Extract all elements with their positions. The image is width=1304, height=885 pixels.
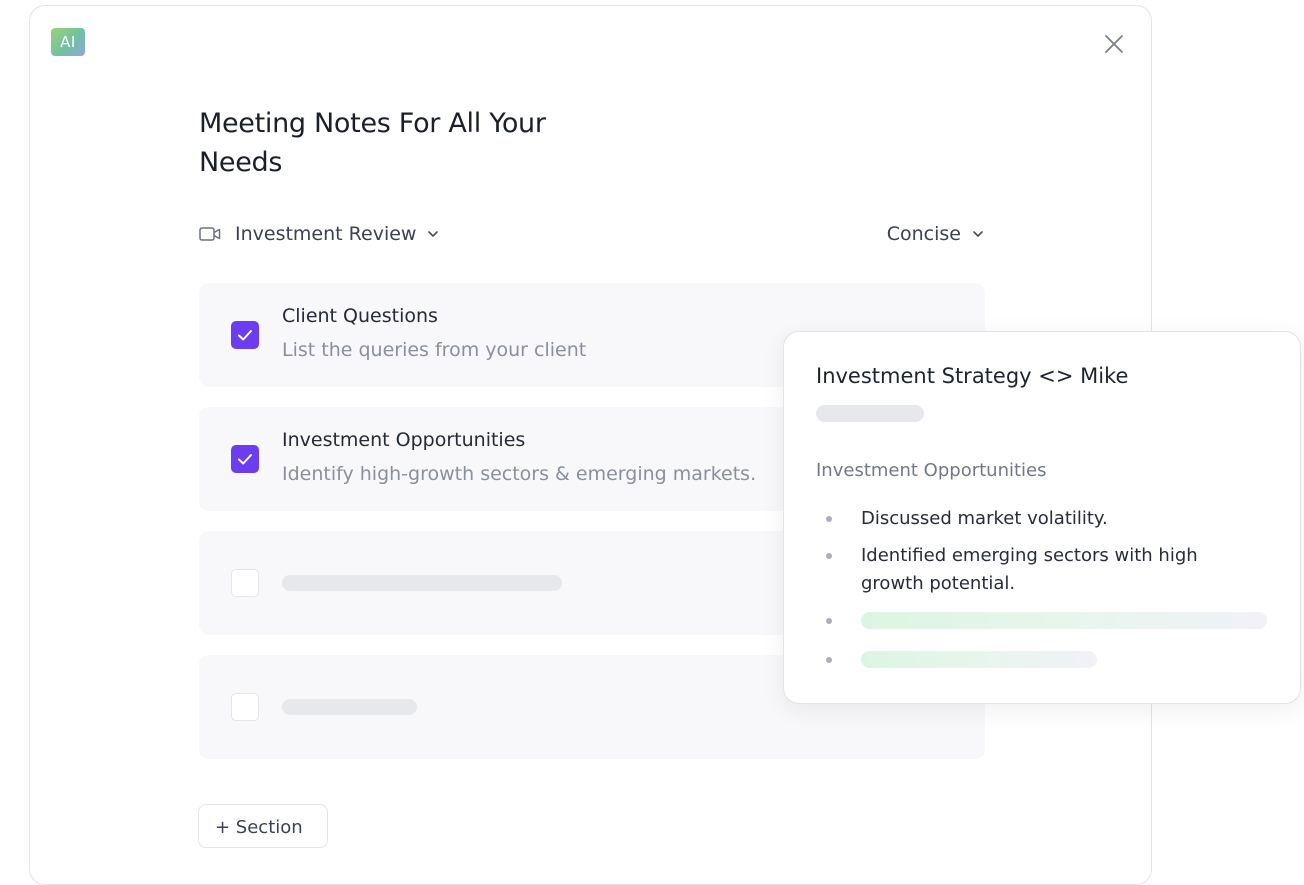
ai-badge: AI (51, 28, 85, 56)
notes-preview-card: Investment Strategy <> Mike Investment O… (783, 331, 1301, 704)
close-icon (1105, 35, 1123, 53)
section-checkbox[interactable] (231, 569, 259, 597)
bullet-dot (826, 657, 832, 663)
check-icon (238, 454, 252, 465)
section-checkbox[interactable] (231, 693, 259, 721)
summary-style-dropdown[interactable]: Concise (887, 220, 985, 248)
preview-section-heading: Investment Opportunities (816, 460, 1047, 481)
preview-title: Investment Strategy <> Mike (816, 364, 1129, 388)
section-title-skeleton (282, 699, 417, 715)
section-title-skeleton (282, 575, 562, 591)
chevron-down-icon (428, 231, 439, 237)
section-checkbox[interactable] (231, 445, 259, 473)
check-icon (238, 330, 252, 341)
page-title: Meeting Notes For All Your Needs (199, 108, 546, 178)
section-description: List the queries from your client (282, 339, 587, 361)
close-button[interactable] (1102, 32, 1126, 56)
bullet-dot (826, 553, 832, 559)
chevron-down-icon (973, 231, 983, 237)
preview-bullet-skeleton (861, 612, 1267, 629)
add-section-button[interactable]: + Section (198, 804, 328, 848)
meeting-type-dropdown[interactable]: Investment Review (199, 220, 440, 248)
video-camera-icon (199, 227, 221, 241)
preview-bullet: Identified emerging sectors with high gr… (861, 545, 1198, 594)
bullet-dot (826, 618, 832, 624)
preview-bullet-skeleton (861, 651, 1097, 668)
section-title: Client Questions (282, 305, 438, 327)
section-checkbox[interactable] (231, 321, 259, 349)
preview-subtitle-skeleton (816, 405, 924, 422)
selector-row: Investment Review Concise (199, 220, 985, 248)
section-description: Identify high-growth sectors & emerging … (282, 463, 757, 485)
summary-style-label: Concise (886, 223, 961, 245)
meeting-type-label: Investment Review (235, 223, 417, 245)
section-title: Investment Opportunities (282, 429, 526, 451)
preview-bullet: Discussed market volatility. (861, 508, 1108, 529)
bullet-dot (826, 516, 832, 522)
